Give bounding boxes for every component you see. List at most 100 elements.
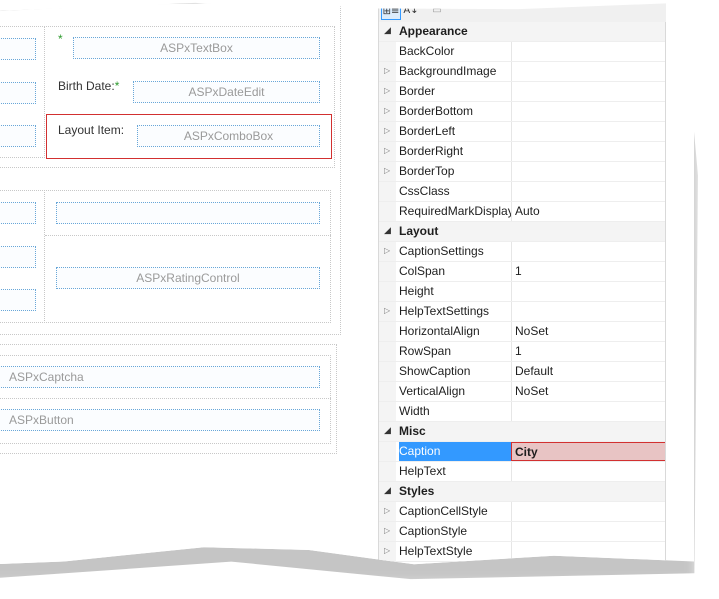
property-value[interactable]: 1 xyxy=(511,262,666,281)
editor-placeholder-6[interactable] xyxy=(0,289,36,311)
expand-arrow-icon[interactable]: ▷ xyxy=(384,126,390,135)
property-row[interactable]: CssClass xyxy=(379,182,666,202)
aspx-button[interactable]: ASPxButton xyxy=(0,409,320,431)
property-grid: ⊞≡ A↓ ▭ ◢ Appearance BackColor ▷ BackgroundI… xyxy=(378,2,666,565)
layout-row-divider xyxy=(45,235,331,236)
expand-arrow-icon[interactable]: ▷ xyxy=(384,106,390,115)
property-name: ColSpan xyxy=(399,264,446,278)
property-value[interactable] xyxy=(511,462,666,481)
expand-arrow-icon[interactable]: ▷ xyxy=(384,166,390,175)
property-value[interactable]: Default xyxy=(511,362,666,381)
property-row[interactable]: ▷ CaptionSettings xyxy=(379,242,666,262)
property-name: CaptionSettings xyxy=(399,244,484,258)
grid-scroll-edge xyxy=(665,22,666,565)
expand-arrow-icon[interactable]: ▷ xyxy=(384,506,390,515)
property-name: Width xyxy=(399,404,430,418)
row-gutter xyxy=(379,322,396,341)
property-value[interactable] xyxy=(511,142,666,161)
property-name: BorderRight xyxy=(399,144,464,158)
editor-placeholder-4[interactable] xyxy=(0,202,36,224)
property-value[interactable] xyxy=(511,302,666,321)
collapse-arrow-icon[interactable]: ◢ xyxy=(384,25,391,36)
property-row[interactable]: BackColor xyxy=(379,42,666,62)
property-name: HelpTextStyle xyxy=(399,544,473,558)
property-row[interactable]: HelpText xyxy=(379,462,666,482)
property-value[interactable] xyxy=(511,102,666,121)
property-value[interactable] xyxy=(511,82,666,101)
property-value[interactable]: NoSet xyxy=(511,382,666,401)
collapse-arrow-icon[interactable]: ◢ xyxy=(384,225,391,236)
property-row[interactable]: ▷ BorderLeft xyxy=(379,122,666,142)
property-rows: ◢ Appearance BackColor ▷ BackgroundImage ▷ Bor… xyxy=(379,22,666,565)
property-row[interactable]: ▷ BorderRight xyxy=(379,142,666,162)
collapse-arrow-icon[interactable]: ◢ xyxy=(384,485,391,496)
property-name: RequiredMarkDisplay xyxy=(399,204,511,218)
collapse-arrow-icon[interactable]: ◢ xyxy=(384,425,391,436)
property-category[interactable]: ◢ Misc xyxy=(379,422,666,442)
property-value[interactable]: City xyxy=(511,442,666,461)
categorized-view-button[interactable]: ⊞≡ xyxy=(381,3,401,20)
property-value[interactable] xyxy=(511,402,666,421)
expand-arrow-icon[interactable]: ▷ xyxy=(384,306,390,315)
property-category[interactable]: ◢ Layout xyxy=(379,222,666,242)
property-row[interactable]: VerticalAlign NoSet xyxy=(379,382,666,402)
expand-arrow-icon[interactable]: ▷ xyxy=(384,66,390,75)
property-row[interactable]: Caption City xyxy=(379,442,666,462)
category-label: Styles xyxy=(399,484,435,498)
property-row[interactable]: ▷ BorderTop xyxy=(379,162,666,182)
row-gutter xyxy=(379,362,396,381)
property-value[interactable] xyxy=(511,242,666,261)
property-name: VerticalAlign xyxy=(399,384,466,398)
property-row[interactable]: ▷ CaptionStyle xyxy=(379,522,666,542)
property-name: BackgroundImage xyxy=(399,64,497,78)
property-row[interactable]: ShowCaption Default xyxy=(379,362,666,382)
property-value[interactable] xyxy=(511,502,666,521)
category-label: Misc xyxy=(399,424,426,438)
property-row[interactable]: ▷ CaptionCellStyle xyxy=(379,502,666,522)
property-value[interactable] xyxy=(511,162,666,181)
property-row[interactable]: HorizontalAlign NoSet xyxy=(379,322,666,342)
property-row[interactable]: ▷ BorderBottom xyxy=(379,102,666,122)
property-value[interactable] xyxy=(511,522,666,541)
property-row[interactable]: RequiredMarkDisplay Auto xyxy=(379,202,666,222)
property-category[interactable]: ◢ Appearance xyxy=(379,22,666,42)
property-category[interactable]: ◢ Styles xyxy=(379,482,666,502)
property-row[interactable]: ▷ Border xyxy=(379,82,666,102)
property-name: BorderLeft xyxy=(399,124,456,138)
property-value[interactable]: Auto xyxy=(511,202,666,221)
expand-arrow-icon[interactable]: ▷ xyxy=(384,546,390,555)
row-gutter xyxy=(379,462,396,481)
row-gutter xyxy=(379,382,396,401)
property-name: RowSpan xyxy=(399,344,452,358)
property-value[interactable] xyxy=(511,122,666,141)
property-value[interactable] xyxy=(511,182,666,201)
property-row[interactable]: Height xyxy=(379,282,666,302)
property-value[interactable]: NoSet xyxy=(511,322,666,341)
aspx-captcha[interactable]: ASPxCaptcha xyxy=(0,366,320,388)
property-value[interactable] xyxy=(511,282,666,301)
property-value[interactable] xyxy=(511,42,666,61)
expand-arrow-icon[interactable]: ▷ xyxy=(384,146,390,155)
aspx-rating-control[interactable]: ASPxRatingControl xyxy=(56,267,320,289)
row-gutter xyxy=(379,42,396,61)
property-row[interactable]: Width xyxy=(379,402,666,422)
property-value[interactable]: 1 xyxy=(511,342,666,361)
screenshot-paper: * ASPxTextBox Birth Date:* ASPxDateEdit … xyxy=(0,2,694,565)
property-row[interactable]: RowSpan 1 xyxy=(379,342,666,362)
property-value[interactable] xyxy=(511,62,666,81)
editor-placeholder-5[interactable] xyxy=(0,246,36,268)
property-row[interactable]: ▷ BackgroundImage xyxy=(379,62,666,82)
row-gutter xyxy=(379,262,396,281)
empty-editor[interactable] xyxy=(56,202,320,224)
expand-arrow-icon[interactable]: ▷ xyxy=(384,86,390,95)
property-pages-button[interactable]: ▭ xyxy=(429,3,445,18)
property-row[interactable]: ▷ HelpTextSettings xyxy=(379,302,666,322)
expand-arrow-icon[interactable]: ▷ xyxy=(384,526,390,535)
alphabetical-sort-button[interactable]: A↓ xyxy=(401,3,421,18)
property-name: Border xyxy=(399,84,436,98)
property-row[interactable]: ColSpan 1 xyxy=(379,262,666,282)
property-name: BackColor xyxy=(399,44,455,58)
property-name: ShowCaption xyxy=(399,364,471,378)
expand-arrow-icon[interactable]: ▷ xyxy=(384,246,390,255)
property-name: CaptionStyle xyxy=(399,524,468,538)
